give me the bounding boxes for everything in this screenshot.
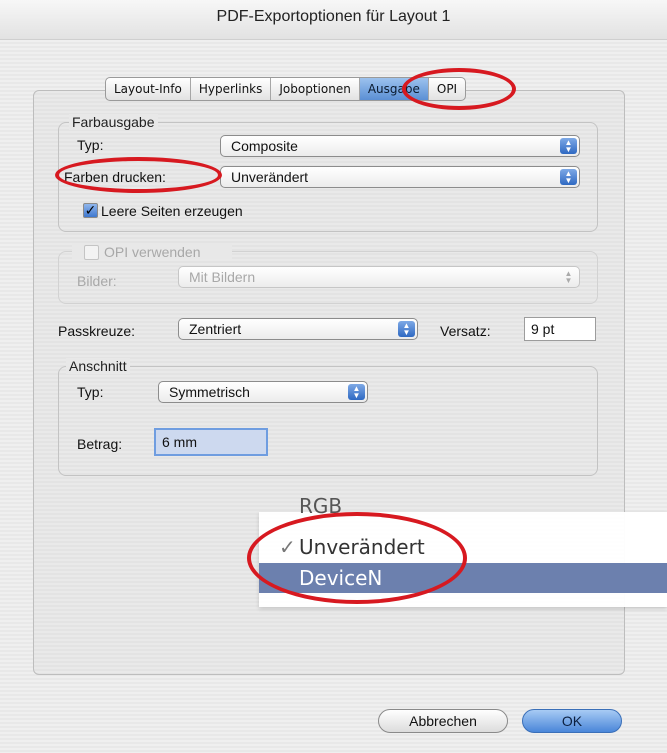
cancel-button[interactable]: Abbrechen	[378, 709, 508, 733]
chevron-updown-icon: ▲ ▼	[560, 169, 577, 185]
leere-seiten-label: Leere Seiten erzeugen	[101, 203, 243, 219]
window-title: PDF-Exportoptionen für Layout 1	[0, 0, 667, 40]
betrag-input[interactable]: 6 mm	[154, 428, 268, 456]
tab-bar: Layout-Info Hyperlinks Joboptionen Ausga…	[105, 77, 467, 101]
bilder-label: Bilder:	[77, 273, 117, 289]
farben-drucken-select[interactable]: Unverändert ▲ ▼	[220, 166, 580, 188]
farben-drucken-menu: RGB ✓ Unverändert DeviceN	[259, 495, 667, 607]
anschnitt-typ-select[interactable]: Symmetrisch ▲ ▼	[158, 381, 368, 403]
anschnitt-typ-value: Symmetrisch	[169, 384, 250, 400]
farbausgabe-typ-value: Composite	[231, 138, 298, 154]
chevron-updown-icon: ▲ ▼	[398, 321, 415, 337]
menu-item-rgb[interactable]: RGB	[259, 495, 667, 517]
passkreuze-value: Zentriert	[189, 321, 242, 337]
bilder-value: Mit Bildern	[189, 269, 256, 285]
betrag-label: Betrag:	[77, 436, 123, 452]
chevron-updown-icon: ▲ ▼	[560, 138, 577, 154]
tab-hyperlinks[interactable]: Hyperlinks	[191, 78, 272, 100]
tab-joboptionen[interactable]: Joboptionen	[271, 78, 360, 100]
passkreuze-label: Passkreuze:	[58, 323, 136, 339]
tab-opi[interactable]: OPI	[429, 78, 465, 100]
anschnitt-title: Anschnitt	[66, 358, 130, 374]
anschnitt-typ-label: Typ:	[77, 384, 104, 400]
menu-item-devicen-label: DeviceN	[299, 566, 383, 590]
farben-drucken-label: Farben drucken:	[64, 169, 166, 185]
farbausgabe-title: Farbausgabe	[69, 114, 158, 130]
tab-ausgabe[interactable]: Ausgabe	[359, 78, 429, 100]
opi-checkbox[interactable]	[84, 245, 99, 260]
menu-item-devicen[interactable]: DeviceN	[259, 563, 667, 593]
versatz-label: Versatz:	[440, 323, 491, 339]
farbausgabe-typ-select[interactable]: Composite ▲ ▼	[220, 135, 580, 157]
opi-label: OPI verwenden	[104, 244, 201, 260]
tab-layout-info[interactable]: Layout-Info	[106, 78, 191, 100]
farbausgabe-typ-label: Typ:	[77, 137, 104, 153]
menu-item-unveraendert-label: Unverändert	[299, 535, 425, 559]
checkmark-icon: ✓	[279, 535, 296, 559]
leere-seiten-checkbox[interactable]: ✓	[83, 203, 98, 218]
ok-button[interactable]: OK	[522, 709, 622, 733]
versatz-input[interactable]: 9 pt	[524, 317, 596, 341]
farben-drucken-value: Unverändert	[231, 169, 309, 185]
menu-item-unveraendert[interactable]: ✓ Unverändert	[259, 532, 667, 562]
chevron-updown-icon: ▲ ▼	[348, 384, 365, 400]
chevron-updown-icon: ▲ ▼	[564, 269, 573, 285]
passkreuze-select[interactable]: Zentriert ▲ ▼	[178, 318, 418, 340]
bilder-select[interactable]: Mit Bildern ▲ ▼	[178, 266, 580, 288]
